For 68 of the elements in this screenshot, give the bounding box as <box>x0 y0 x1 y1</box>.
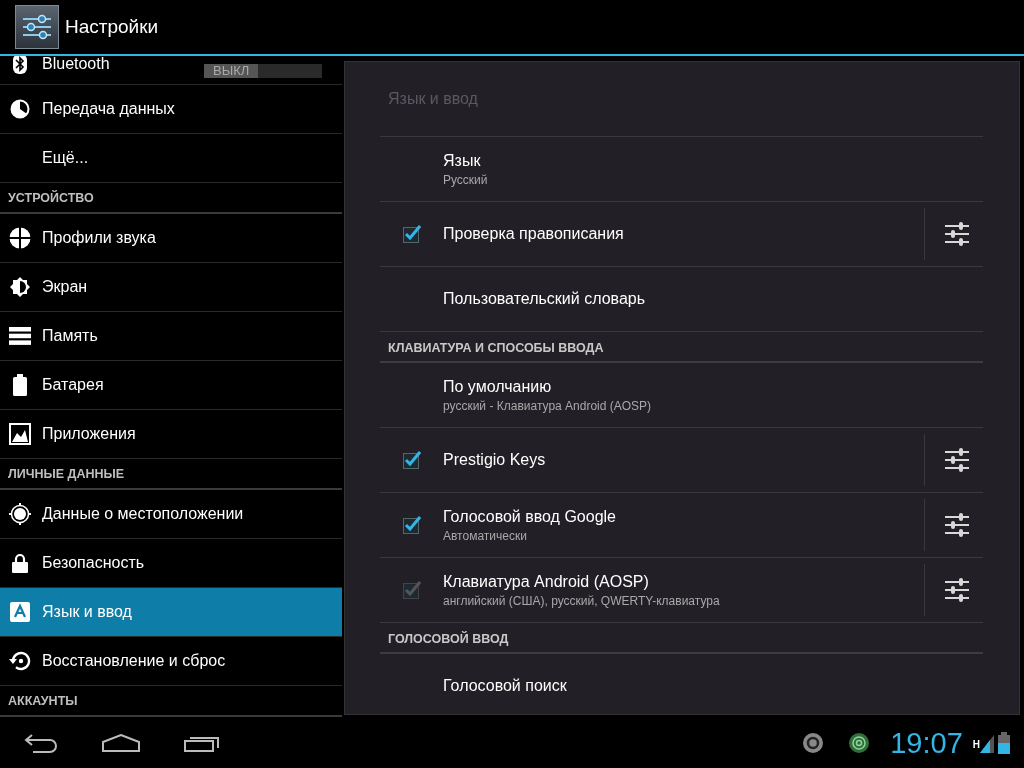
setting-title[interactable]: Prestigio Keys <box>443 451 924 469</box>
setting-summary: Автоматически <box>443 528 528 543</box>
sidebar-item[interactable]: Приложения <box>0 410 342 459</box>
sidebar-item[interactable]: Bluetooth ВЫКЛ <box>0 56 342 85</box>
clock-time: 19:07 <box>890 726 963 760</box>
bluetooth-icon <box>12 56 28 74</box>
window-title: Настройки <box>65 16 159 38</box>
crosshair-icon <box>9 503 31 525</box>
setting-title[interactable]: Язык <box>443 151 983 170</box>
sidebar-label: Восстановление и сброс <box>42 652 226 670</box>
checkbox[interactable] <box>402 516 421 534</box>
sidebar-label: Батарея <box>42 376 104 394</box>
sidebar-item[interactable]: Батарея <box>0 361 342 410</box>
section-header: АККАУНТЫ <box>0 686 342 717</box>
sidebar-item[interactable]: Экран <box>0 263 342 312</box>
sidebar-label: Ещё... <box>42 149 89 167</box>
settings-icon[interactable] <box>944 512 970 538</box>
setting-summary: английский (США), русский, QWERTY-клавиатура <box>443 593 721 608</box>
home-icon[interactable] <box>102 734 140 752</box>
lock-icon <box>12 553 28 573</box>
sidebar-label: Профили звука <box>42 229 156 247</box>
quartered-circle-icon <box>9 227 31 249</box>
back-icon[interactable] <box>24 733 58 753</box>
panel-title: Язык и ввод <box>380 62 983 137</box>
sidebar-item[interactable]: Память <box>0 312 342 361</box>
sidebar-item[interactable]: Восстановление и сброс <box>0 637 342 686</box>
stacked-bars-icon <box>9 327 31 345</box>
checkbox[interactable] <box>402 451 421 469</box>
settings-icon[interactable] <box>944 221 970 247</box>
language-icon <box>10 602 30 622</box>
image-icon <box>9 423 31 445</box>
recent-apps-icon[interactable] <box>184 734 220 752</box>
chat-bubble-icon[interactable] <box>848 732 871 754</box>
sidebar-label: Bluetooth <box>42 56 110 73</box>
setting-title[interactable]: По умолчанию <box>443 377 983 396</box>
sidebar-label: Приложения <box>42 425 136 443</box>
section-header: ГОЛОСОВОЙ ВВОД <box>380 623 983 654</box>
settings-icon[interactable] <box>944 447 970 473</box>
sidebar-label: Экран <box>42 278 88 296</box>
battery-icon <box>998 732 1010 754</box>
setting-summary: Русский <box>443 172 489 187</box>
app-icon[interactable] <box>15 5 59 49</box>
sidebar-label: Безопасность <box>42 554 145 572</box>
sidebar-item[interactable]: Передача данных <box>0 85 342 134</box>
setting-title[interactable]: Проверка правописания <box>443 225 924 243</box>
setting-summary: русский - Клавиатура Android (AOSP) <box>443 398 653 413</box>
section-header: КЛАВИАТУРА И СПОСОБЫ ВВОДА <box>380 332 983 363</box>
network-type: H <box>972 738 980 750</box>
sidebar-label: Память <box>42 327 98 345</box>
section-header: ЛИЧНЫЕ ДАННЫЕ <box>0 459 342 490</box>
restore-icon <box>9 650 31 672</box>
section-header: УСТРОЙСТВО <box>0 183 342 214</box>
signal-icon <box>980 733 994 753</box>
sidebar-item[interactable]: Профили звука <box>0 214 342 263</box>
setting-title[interactable]: Голосовой ввод Google <box>443 507 924 526</box>
sidebar-label: Данные о местоположении <box>42 505 244 523</box>
brightness-icon <box>9 276 31 298</box>
sidebar-item[interactable]: Ещё... <box>0 134 342 183</box>
checkbox[interactable] <box>402 225 421 243</box>
sidebar-item[interactable]: Язык и ввод <box>0 588 342 637</box>
sidebar-item[interactable]: Данные о местоположении <box>0 490 342 539</box>
pie-chart-icon <box>10 99 30 119</box>
circle-icon[interactable] <box>802 732 825 754</box>
sidebar-label: Язык и ввод <box>42 603 132 621</box>
battery-icon <box>13 374 27 396</box>
setting-title[interactable]: Голосовой поиск <box>443 677 983 695</box>
sidebar-label: Передача данных <box>42 100 175 118</box>
setting-title[interactable]: Пользовательский словарь <box>443 290 983 308</box>
